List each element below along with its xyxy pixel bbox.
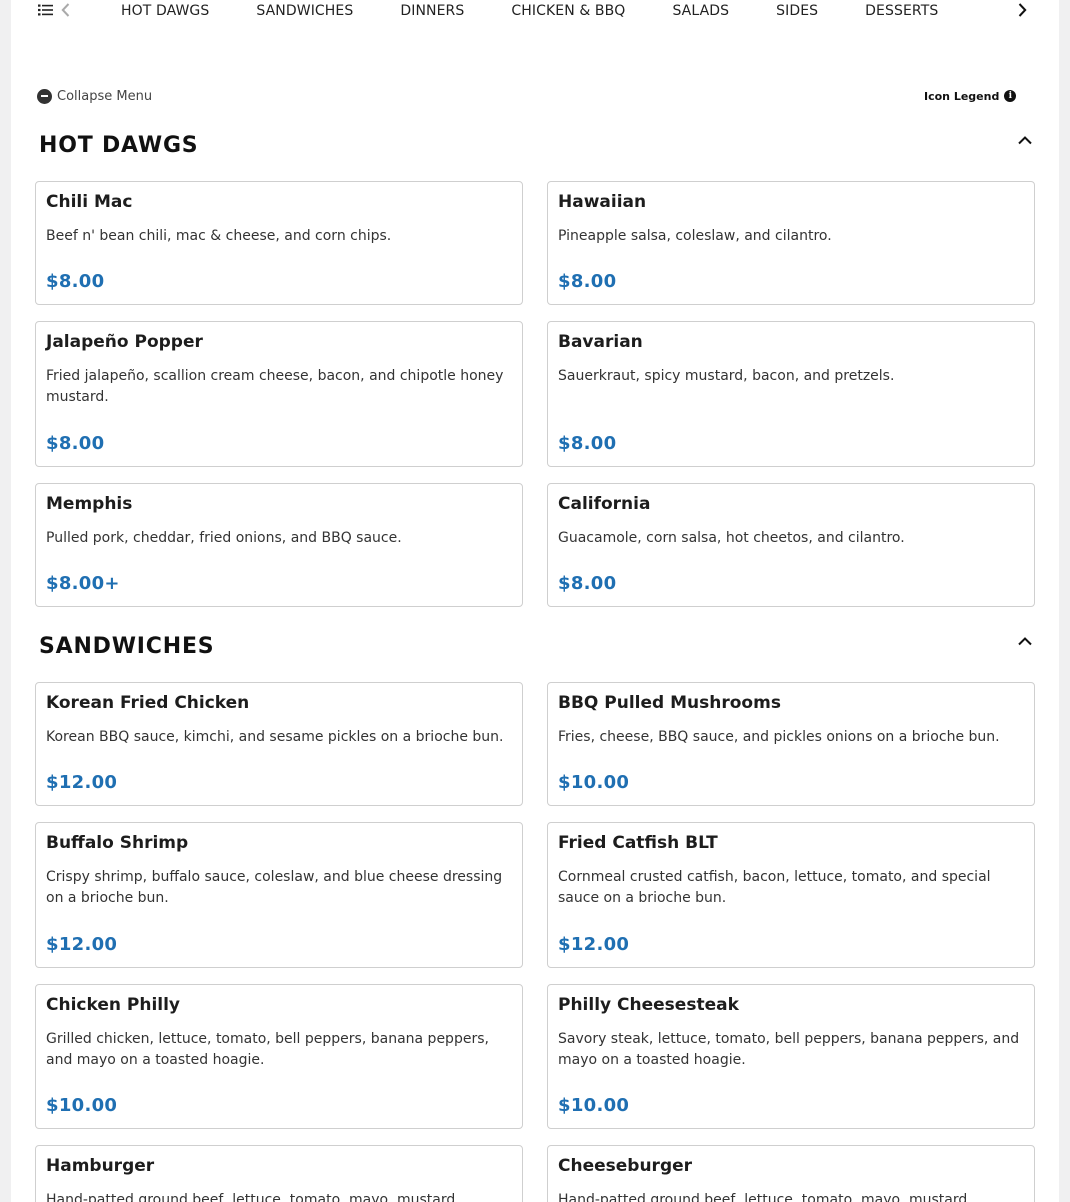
menu-item-card[interactable]: Hamburger Hand-patted ground beef, lettu…	[35, 1145, 523, 1202]
collapse-menu-label: Collapse Menu	[57, 88, 153, 104]
item-description: Korean BBQ sauce, kimchi, and sesame pic…	[46, 729, 504, 745]
tab-chicken-bbq[interactable]: CHICKEN & BBQ	[511, 2, 625, 20]
item-name: Chili Mac	[46, 192, 133, 212]
item-name: Bavarian	[558, 332, 643, 352]
item-price: $8.00	[558, 433, 617, 454]
section-title-sandwiches: SANDWICHES	[39, 634, 215, 659]
item-price: $10.00	[558, 772, 630, 793]
item-name: Korean Fried Chicken	[46, 693, 250, 713]
item-description: Pulled pork, cheddar, fried onions, and …	[46, 530, 402, 546]
section-title-hot-dawgs: HOT DAWGS	[39, 133, 199, 158]
item-name: Jalapeño Popper	[46, 332, 203, 352]
chevron-up-icon[interactable]	[1016, 634, 1034, 648]
item-price: $12.00	[558, 934, 630, 955]
item-name: California	[558, 494, 651, 514]
item-price: $8.00	[46, 271, 105, 292]
item-name: Hawaiian	[558, 192, 647, 212]
chevron-right-icon[interactable]	[1014, 0, 1030, 20]
menu-item-card[interactable]: Hawaiian Pineapple salsa, coleslaw, and …	[547, 181, 1035, 305]
item-price: $10.00	[46, 1095, 118, 1116]
menu-item-card[interactable]: Cheeseburger Hand-patted ground beef, le…	[547, 1145, 1035, 1202]
item-description: Beef n' bean chili, mac & cheese, and co…	[46, 228, 392, 244]
item-name: Philly Cheesesteak	[558, 995, 739, 1015]
menu-item-card[interactable]: California Guacamole, corn salsa, hot ch…	[547, 483, 1035, 607]
item-price: $12.00	[46, 772, 118, 793]
item-description: Hand-patted ground beef, lettuce, tomato…	[558, 1192, 968, 1202]
collapse-menu-button[interactable]: Collapse Menu	[37, 87, 152, 105]
item-name: Hamburger	[46, 1156, 155, 1176]
item-description: Guacamole, corn salsa, hot cheetos, and …	[558, 530, 905, 546]
menu-item-card[interactable]: Fried Catfish BLT Cornmeal crusted catfi…	[547, 822, 1035, 968]
menu-item-card[interactable]: Chicken Philly Grilled chicken, lettuce,…	[35, 984, 523, 1129]
item-description: Fried jalapeño, scallion cream cheese, b…	[46, 368, 504, 405]
chevron-left-icon[interactable]	[58, 0, 72, 20]
menu-item-card[interactable]: Korean Fried Chicken Korean BBQ sauce, k…	[35, 682, 523, 806]
item-price: $8.00+	[46, 573, 120, 594]
item-name: Chicken Philly	[46, 995, 181, 1015]
tab-hot-dawgs[interactable]: HOT DAWGS	[121, 2, 209, 20]
menu-item-card[interactable]: Chili Mac Beef n' bean chili, mac & chee…	[35, 181, 523, 305]
item-name: Memphis	[46, 494, 133, 514]
item-description: Hand-patted ground beef, lettuce, tomato…	[46, 1192, 456, 1202]
tab-desserts[interactable]: DESSERTS	[865, 2, 938, 20]
info-icon: i	[1004, 90, 1017, 102]
menu-item-card[interactable]: Buffalo Shrimp Crispy shrimp, buffalo sa…	[35, 822, 523, 968]
menu-item-card[interactable]: Memphis Pulled pork, cheddar, fried onio…	[35, 483, 523, 607]
tab-sandwiches[interactable]: SANDWICHES	[256, 2, 353, 20]
item-price: $8.00	[558, 271, 617, 292]
item-description: Sauerkraut, spicy mustard, bacon, and pr…	[558, 368, 895, 384]
item-price: $8.00	[558, 573, 617, 594]
minus-circle-icon	[37, 88, 52, 104]
menu-item-card[interactable]: Jalapeño Popper Fried jalapeño, scallion…	[35, 321, 523, 467]
item-description: Crispy shrimp, buffalo sauce, coleslaw, …	[46, 869, 503, 906]
tab-sides[interactable]: SIDES	[776, 2, 818, 20]
item-description: Fries, cheese, BBQ sauce, and pickles on…	[558, 729, 1000, 745]
tab-salads[interactable]: SALADS	[672, 2, 729, 20]
icon-legend-label: Icon Legend	[924, 89, 1000, 103]
tab-dinners[interactable]: DINNERS	[400, 2, 464, 20]
item-price: $10.00	[558, 1095, 630, 1116]
item-description: Grilled chicken, lettuce, tomato, bell p…	[46, 1031, 489, 1068]
icon-legend-button[interactable]: Icon Legend i	[924, 87, 1017, 105]
item-name: Fried Catfish BLT	[558, 833, 718, 853]
item-description: Cornmeal crusted catfish, bacon, lettuce…	[558, 869, 991, 906]
menu-item-card[interactable]: Bavarian Sauerkraut, spicy mustard, baco…	[547, 321, 1035, 467]
chevron-up-icon[interactable]	[1016, 133, 1034, 147]
item-name: Buffalo Shrimp	[46, 833, 189, 853]
item-name: Cheeseburger	[558, 1156, 693, 1176]
item-description: Savory steak, lettuce, tomato, bell pepp…	[558, 1031, 1020, 1068]
menu-item-card[interactable]: Philly Cheesesteak Savory steak, lettuce…	[547, 984, 1035, 1129]
menu-item-card[interactable]: BBQ Pulled Mushrooms Fries, cheese, BBQ …	[547, 682, 1035, 806]
category-nav: HOT DAWGS SANDWICHES DINNERS CHICKEN & BBQ S…	[11, 0, 1059, 20]
item-description: Pineapple salsa, coleslaw, and cilantro.	[558, 228, 832, 244]
item-price: $12.00	[46, 934, 118, 955]
item-price: $8.00	[46, 433, 105, 454]
item-name: BBQ Pulled Mushrooms	[558, 693, 781, 713]
category-list: HOT DAWGS SANDWICHES DINNERS CHICKEN & BBQ S…	[121, 0, 1001, 20]
menu-page: HOT DAWGS SANDWICHES DINNERS CHICKEN & BBQ S…	[11, 0, 1059, 1202]
list-icon[interactable]	[37, 0, 53, 20]
